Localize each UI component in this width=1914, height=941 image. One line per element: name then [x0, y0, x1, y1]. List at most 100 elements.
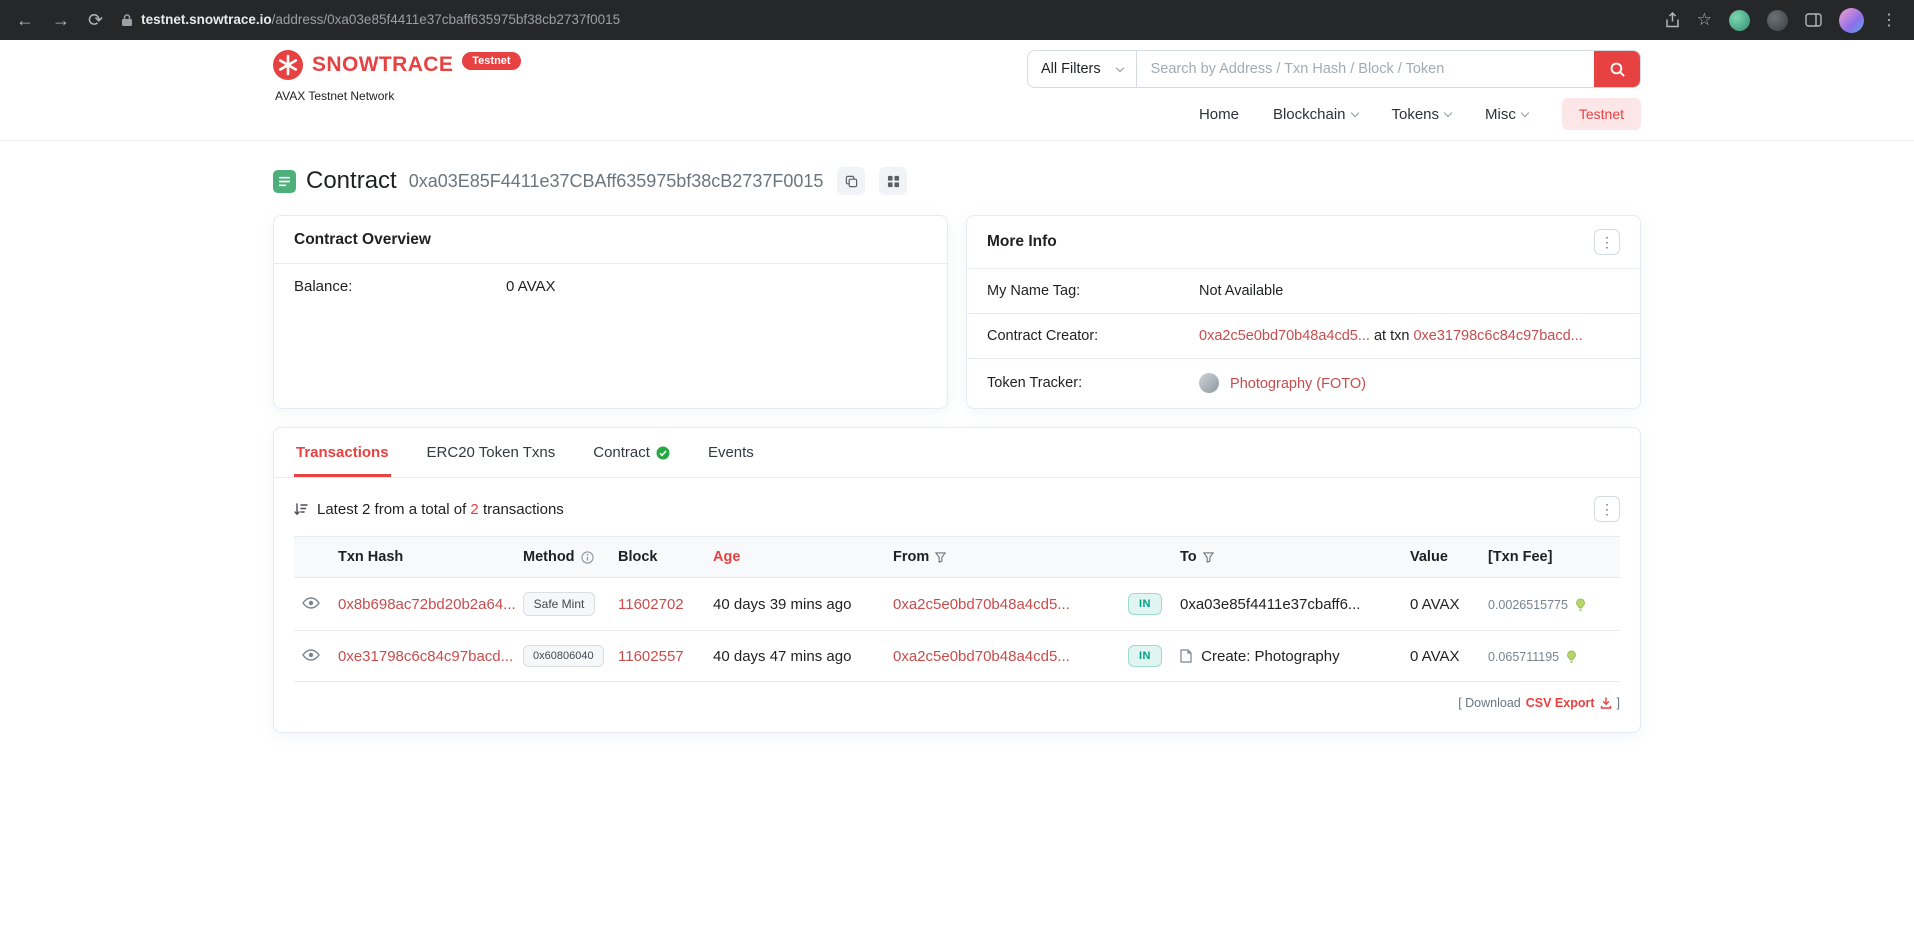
search-input[interactable] [1137, 51, 1594, 87]
brand-block: SNOWTRACE Testnet AVAX Testnet Network [273, 50, 521, 103]
search-filter-select[interactable]: All Filters [1028, 51, 1137, 87]
page-title: Contract [306, 167, 397, 195]
gas-bulb-icon [1566, 650, 1577, 664]
col-header-txn-fee: [Txn Fee] [1480, 537, 1620, 578]
method-badge: Safe Mint [523, 592, 595, 616]
table-menu-button[interactable]: ⋮ [1594, 496, 1620, 522]
table-row: 0x8b698ac72bd20b2a64... Safe Mint 116027… [294, 578, 1620, 631]
transactions-table: Txn Hash Method Block Age From [294, 536, 1620, 682]
nav-item-home[interactable]: Home [1199, 106, 1239, 123]
txn-hash-link[interactable]: 0x8b698ac72bd20b2a64... [338, 596, 515, 613]
screen: ← → ⟳ testnet.snowtrace.io/address/0xa03… [0, 0, 1914, 941]
direction-badge: IN [1128, 593, 1162, 615]
back-icon[interactable]: ← [16, 11, 34, 29]
url-path: /address/0xa03e85f4411e37cbaff635975bf38… [272, 12, 621, 27]
brand-name[interactable]: SNOWTRACE [312, 53, 453, 77]
at-txn-text: at txn [1374, 328, 1409, 344]
transactions-card: Transactions ERC20 Token Txns Contract E… [273, 427, 1641, 733]
share-icon[interactable] [1665, 12, 1680, 29]
copy-address-button[interactable] [837, 167, 865, 195]
contract-address: 0xa03E85F4411e37CBAff635975bf38cB2737F00… [409, 171, 824, 192]
card-title: More Info [987, 233, 1057, 251]
contract-creator-row: Contract Creator: 0xa2c5e0bd70b48a4cd5..… [967, 314, 1640, 359]
direction-badge: IN [1128, 645, 1162, 667]
table-header-row: Txn Hash Method Block Age From [294, 537, 1620, 578]
main-content: Contract 0xa03E85F4411e37CBAff635975bf38… [273, 141, 1641, 763]
preview-txn-button[interactable] [302, 649, 320, 661]
search-button[interactable] [1594, 51, 1640, 87]
tab-erc20-token-txns[interactable]: ERC20 Token Txns [425, 428, 558, 477]
nav-item-tokens[interactable]: Tokens [1392, 106, 1452, 123]
tab-events[interactable]: Events [706, 428, 756, 477]
lock-icon [121, 13, 133, 27]
extension-icon[interactable] [1767, 10, 1788, 31]
sort-icon [294, 503, 308, 516]
nav-item-blockchain[interactable]: Blockchain [1273, 106, 1358, 123]
value-text: 0 AVAX [1410, 648, 1459, 665]
txn-summary-prefix: Latest 2 from a total of [317, 501, 466, 518]
col-header-method: Method [515, 537, 610, 578]
tab-bar: Transactions ERC20 Token Txns Contract E… [274, 428, 1640, 478]
creator-label: Contract Creator: [987, 328, 1199, 344]
txn-total-count: 2 [470, 501, 478, 518]
chevron-down-icon [1115, 63, 1123, 71]
chevron-down-icon [1444, 108, 1452, 116]
extension-icon[interactable] [1729, 10, 1750, 31]
col-header-age[interactable]: Age [705, 537, 885, 578]
contract-overview-card: Contract Overview Balance: 0 AVAX [273, 215, 948, 409]
bookmark-star-icon[interactable]: ☆ [1697, 10, 1712, 30]
verified-check-icon [656, 446, 670, 460]
gas-bulb-icon [1575, 598, 1586, 612]
nav-item-misc[interactable]: Misc [1485, 106, 1528, 123]
testnet-network-button[interactable]: Testnet [1562, 98, 1641, 130]
col-header-txn-hash: Txn Hash [330, 537, 515, 578]
table-row: 0xe31798c6c84c97bacd... 0x60806040 11602… [294, 631, 1620, 682]
token-tracker-link[interactable]: Photography (FOTO) [1230, 376, 1366, 392]
tab-contract[interactable]: Contract [591, 428, 672, 477]
preview-txn-button[interactable] [302, 597, 320, 609]
age-text: 40 days 39 mins ago [713, 596, 851, 613]
profile-avatar[interactable] [1839, 8, 1864, 33]
card-title: Contract Overview [294, 231, 431, 249]
creator-address-link[interactable]: 0xa2c5e0bd70b48a4cd5... [1199, 328, 1370, 344]
chevron-down-icon [1521, 108, 1529, 116]
to-filter-icon[interactable] [1203, 552, 1214, 563]
col-header-to: To [1172, 537, 1402, 578]
from-address-link[interactable]: 0xa2c5e0bd70b48a4cd5... [893, 596, 1070, 613]
more-info-card: More Info ⋮ My Name Tag: Not Available C… [966, 215, 1641, 409]
txn-hash-link[interactable]: 0xe31798c6c84c97bacd... [338, 648, 513, 665]
refresh-icon[interactable]: ⟳ [88, 11, 103, 29]
name-tag-row: My Name Tag: Not Available [967, 269, 1640, 314]
from-filter-icon[interactable] [935, 552, 946, 563]
page-title-row: Contract 0xa03E85F4411e37CBAff635975bf38… [273, 167, 1641, 195]
browser-menu-icon[interactable]: ⋮ [1881, 10, 1898, 30]
download-icon [1600, 697, 1612, 709]
txn-summary-suffix: transactions [483, 501, 564, 518]
grid-icon [887, 175, 900, 188]
txn-fee-text: 0.065711195 [1488, 650, 1559, 664]
browser-chrome: ← → ⟳ testnet.snowtrace.io/address/0xa03… [0, 0, 1914, 40]
table-summary-row: Latest 2 from a total of 2 transactions … [294, 496, 1620, 522]
token-tracker-row: Token Tracker: Photography (FOTO) [967, 359, 1640, 407]
method-info-icon[interactable] [581, 551, 594, 564]
balance-label: Balance: [294, 278, 506, 295]
search-icon [1609, 61, 1626, 78]
more-info-menu-button[interactable]: ⋮ [1594, 229, 1620, 255]
download-suffix: ] [1617, 696, 1620, 710]
balance-row: Balance: 0 AVAX [274, 264, 947, 309]
creation-txn-link[interactable]: 0xe31798c6c84c97bacd... [1413, 328, 1582, 344]
network-label: AVAX Testnet Network [275, 89, 521, 103]
browser-toolbar-icons: ☆ ⋮ [1665, 8, 1898, 33]
address-bar[interactable]: testnet.snowtrace.io/address/0xa03e85f44… [121, 11, 1647, 29]
from-address-link[interactable]: 0xa2c5e0bd70b48a4cd5... [893, 648, 1070, 665]
contract-creation-icon [1180, 649, 1192, 663]
block-link[interactable]: 11602702 [618, 596, 684, 613]
forward-icon[interactable]: → [52, 11, 70, 29]
tab-transactions[interactable]: Transactions [294, 428, 391, 477]
apps-grid-button[interactable] [879, 167, 907, 195]
col-header-direction [1120, 537, 1172, 578]
csv-export-link[interactable]: CSV Export [1526, 696, 1595, 710]
col-header-value: Value [1402, 537, 1480, 578]
block-link[interactable]: 11602557 [618, 648, 684, 665]
side-panel-icon[interactable] [1805, 13, 1822, 27]
